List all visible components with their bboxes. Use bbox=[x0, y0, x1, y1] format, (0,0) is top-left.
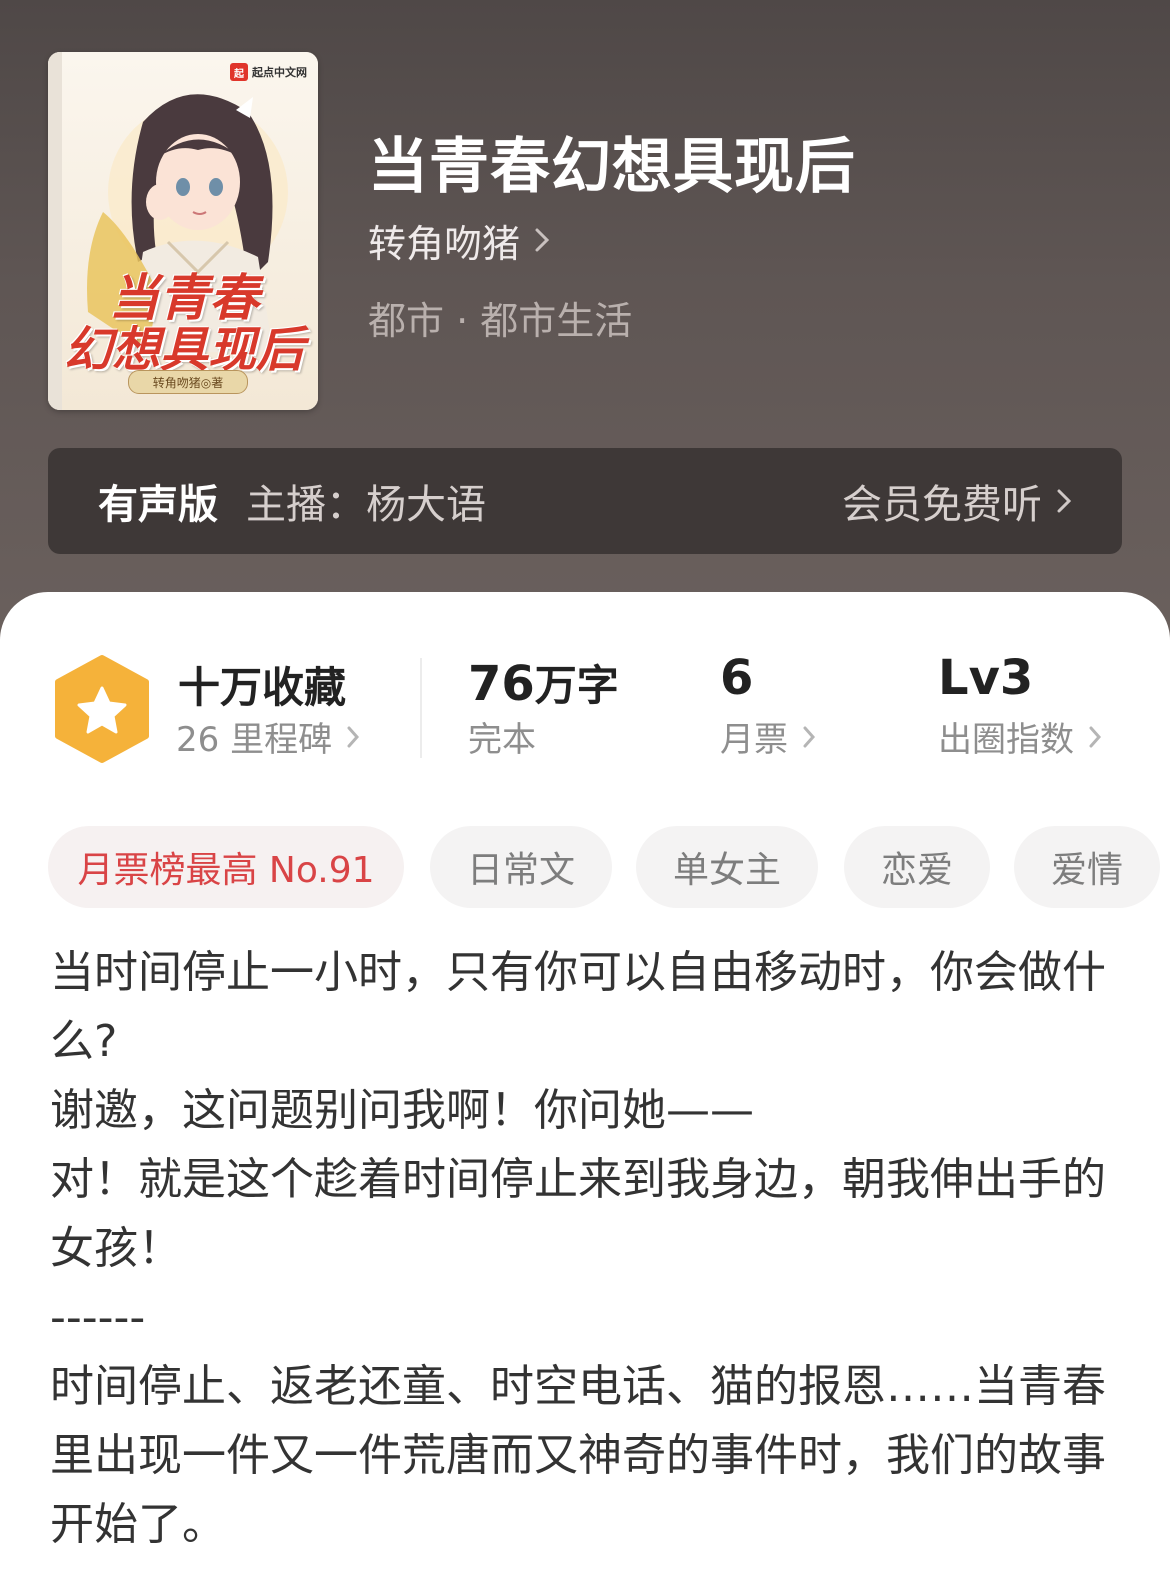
tag-item[interactable]: 日常文 bbox=[430, 826, 612, 908]
milestone-label: 26 里程碑 bbox=[176, 720, 333, 760]
completion-status: 完本 bbox=[468, 720, 536, 760]
tag-rank[interactable]: 月票榜最高 No.91 bbox=[48, 826, 404, 908]
circle-index-level: Lv3 bbox=[938, 650, 1034, 706]
chevron-right-icon bbox=[802, 724, 816, 750]
word-count: 76万字 bbox=[468, 652, 619, 713]
tag-item[interactable]: 单女主 bbox=[636, 826, 818, 908]
monthly-tickets-count: 6 bbox=[720, 650, 754, 706]
author-name: 转角吻猪 bbox=[368, 221, 521, 266]
audiobook-host: 主播：杨大语 bbox=[246, 482, 486, 528]
cover-title-line1: 当青春 bbox=[109, 269, 259, 327]
book-cover[interactable]: 起 起点中文网 当青春 幻想具现后 转角吻猪◎著 bbox=[48, 52, 318, 410]
milestone-link[interactable]: 26 里程碑 bbox=[176, 712, 360, 761]
tag-list: 月票榜最高 No.91 日常文 单女主 恋爱 爱情 bbox=[48, 826, 1170, 908]
word-count-unit: 万字 bbox=[534, 661, 619, 710]
circle-index-label: 出圈指数 bbox=[938, 720, 1074, 760]
book-detail-card: 十万收藏 26 里程碑 76万字 完本 6 月票 Lv3 出圈指数 月票榜最高 … bbox=[0, 592, 1170, 1592]
stats-row: 十万收藏 26 里程碑 76万字 完本 6 月票 Lv3 出圈指数 bbox=[0, 644, 1170, 774]
audiobook-bar[interactable]: 有声版 主播：杨大语 会员免费听 bbox=[48, 448, 1122, 554]
monthly-tickets-label: 月票 bbox=[720, 720, 788, 760]
monthly-tickets-link[interactable]: 月票 bbox=[720, 712, 816, 761]
tag-item[interactable]: 恋爱 bbox=[844, 826, 990, 908]
circle-index-link[interactable]: 出圈指数 bbox=[938, 712, 1102, 761]
synopsis-separator: ------ bbox=[50, 1292, 146, 1343]
cover-title-art: 当青春 幻想具现后 bbox=[54, 270, 314, 378]
chevron-right-icon bbox=[1088, 724, 1102, 750]
synopsis-paragraph: 当时间停止一小时，只有你可以自由移动时，你会做什么? bbox=[50, 947, 1106, 1067]
cover-brand-logo: 起 起点中文网 bbox=[230, 61, 307, 83]
book-header: 起 起点中文网 当青春 幻想具现后 转角吻猪◎著 当青春幻想具现后 转角吻猪 都… bbox=[0, 0, 1170, 640]
book-title: 当青春幻想具现后 bbox=[368, 132, 856, 202]
synopsis-paragraph: 时间停止、返老还童、时空电话、猫的报恩……当青春里出现一件又一件荒唐而又神奇的事… bbox=[50, 1361, 1106, 1550]
chevron-right-icon bbox=[346, 724, 360, 750]
book-category[interactable]: 都市 · 都市生活 bbox=[368, 290, 632, 345]
tag-item[interactable]: 爱情 bbox=[1014, 826, 1160, 908]
member-free-listen-button[interactable]: 会员免费听 bbox=[842, 472, 1072, 530]
book-synopsis[interactable]: 当时间停止一小时，只有你可以自由移动时，你会做什么? 谢邀，这问题别问我啊！你问… bbox=[50, 938, 1120, 1559]
author-link[interactable]: 转角吻猪 bbox=[368, 212, 550, 268]
cover-author-plate: 转角吻猪◎著 bbox=[128, 370, 248, 394]
qidian-logo-icon: 起 bbox=[230, 63, 248, 81]
synopsis-paragraph: 对！就是这个趁着时间停止来到我身边，朝我伸出手的女孩！ bbox=[50, 1154, 1106, 1274]
chevron-right-icon bbox=[534, 226, 550, 254]
collect-title: 十万收藏 bbox=[178, 663, 347, 712]
stats-divider bbox=[420, 658, 422, 758]
word-count-value: 76 bbox=[468, 656, 535, 712]
audiobook-label: 有声版 bbox=[98, 482, 218, 528]
star-badge-icon bbox=[55, 655, 149, 763]
cover-brand-text: 起点中文网 bbox=[252, 66, 307, 79]
member-free-listen-label: 会员免费听 bbox=[842, 482, 1042, 528]
synopsis-paragraph: 谢邀，这问题别问我啊！你问她—— bbox=[50, 1085, 754, 1136]
chevron-right-icon bbox=[1056, 487, 1072, 515]
